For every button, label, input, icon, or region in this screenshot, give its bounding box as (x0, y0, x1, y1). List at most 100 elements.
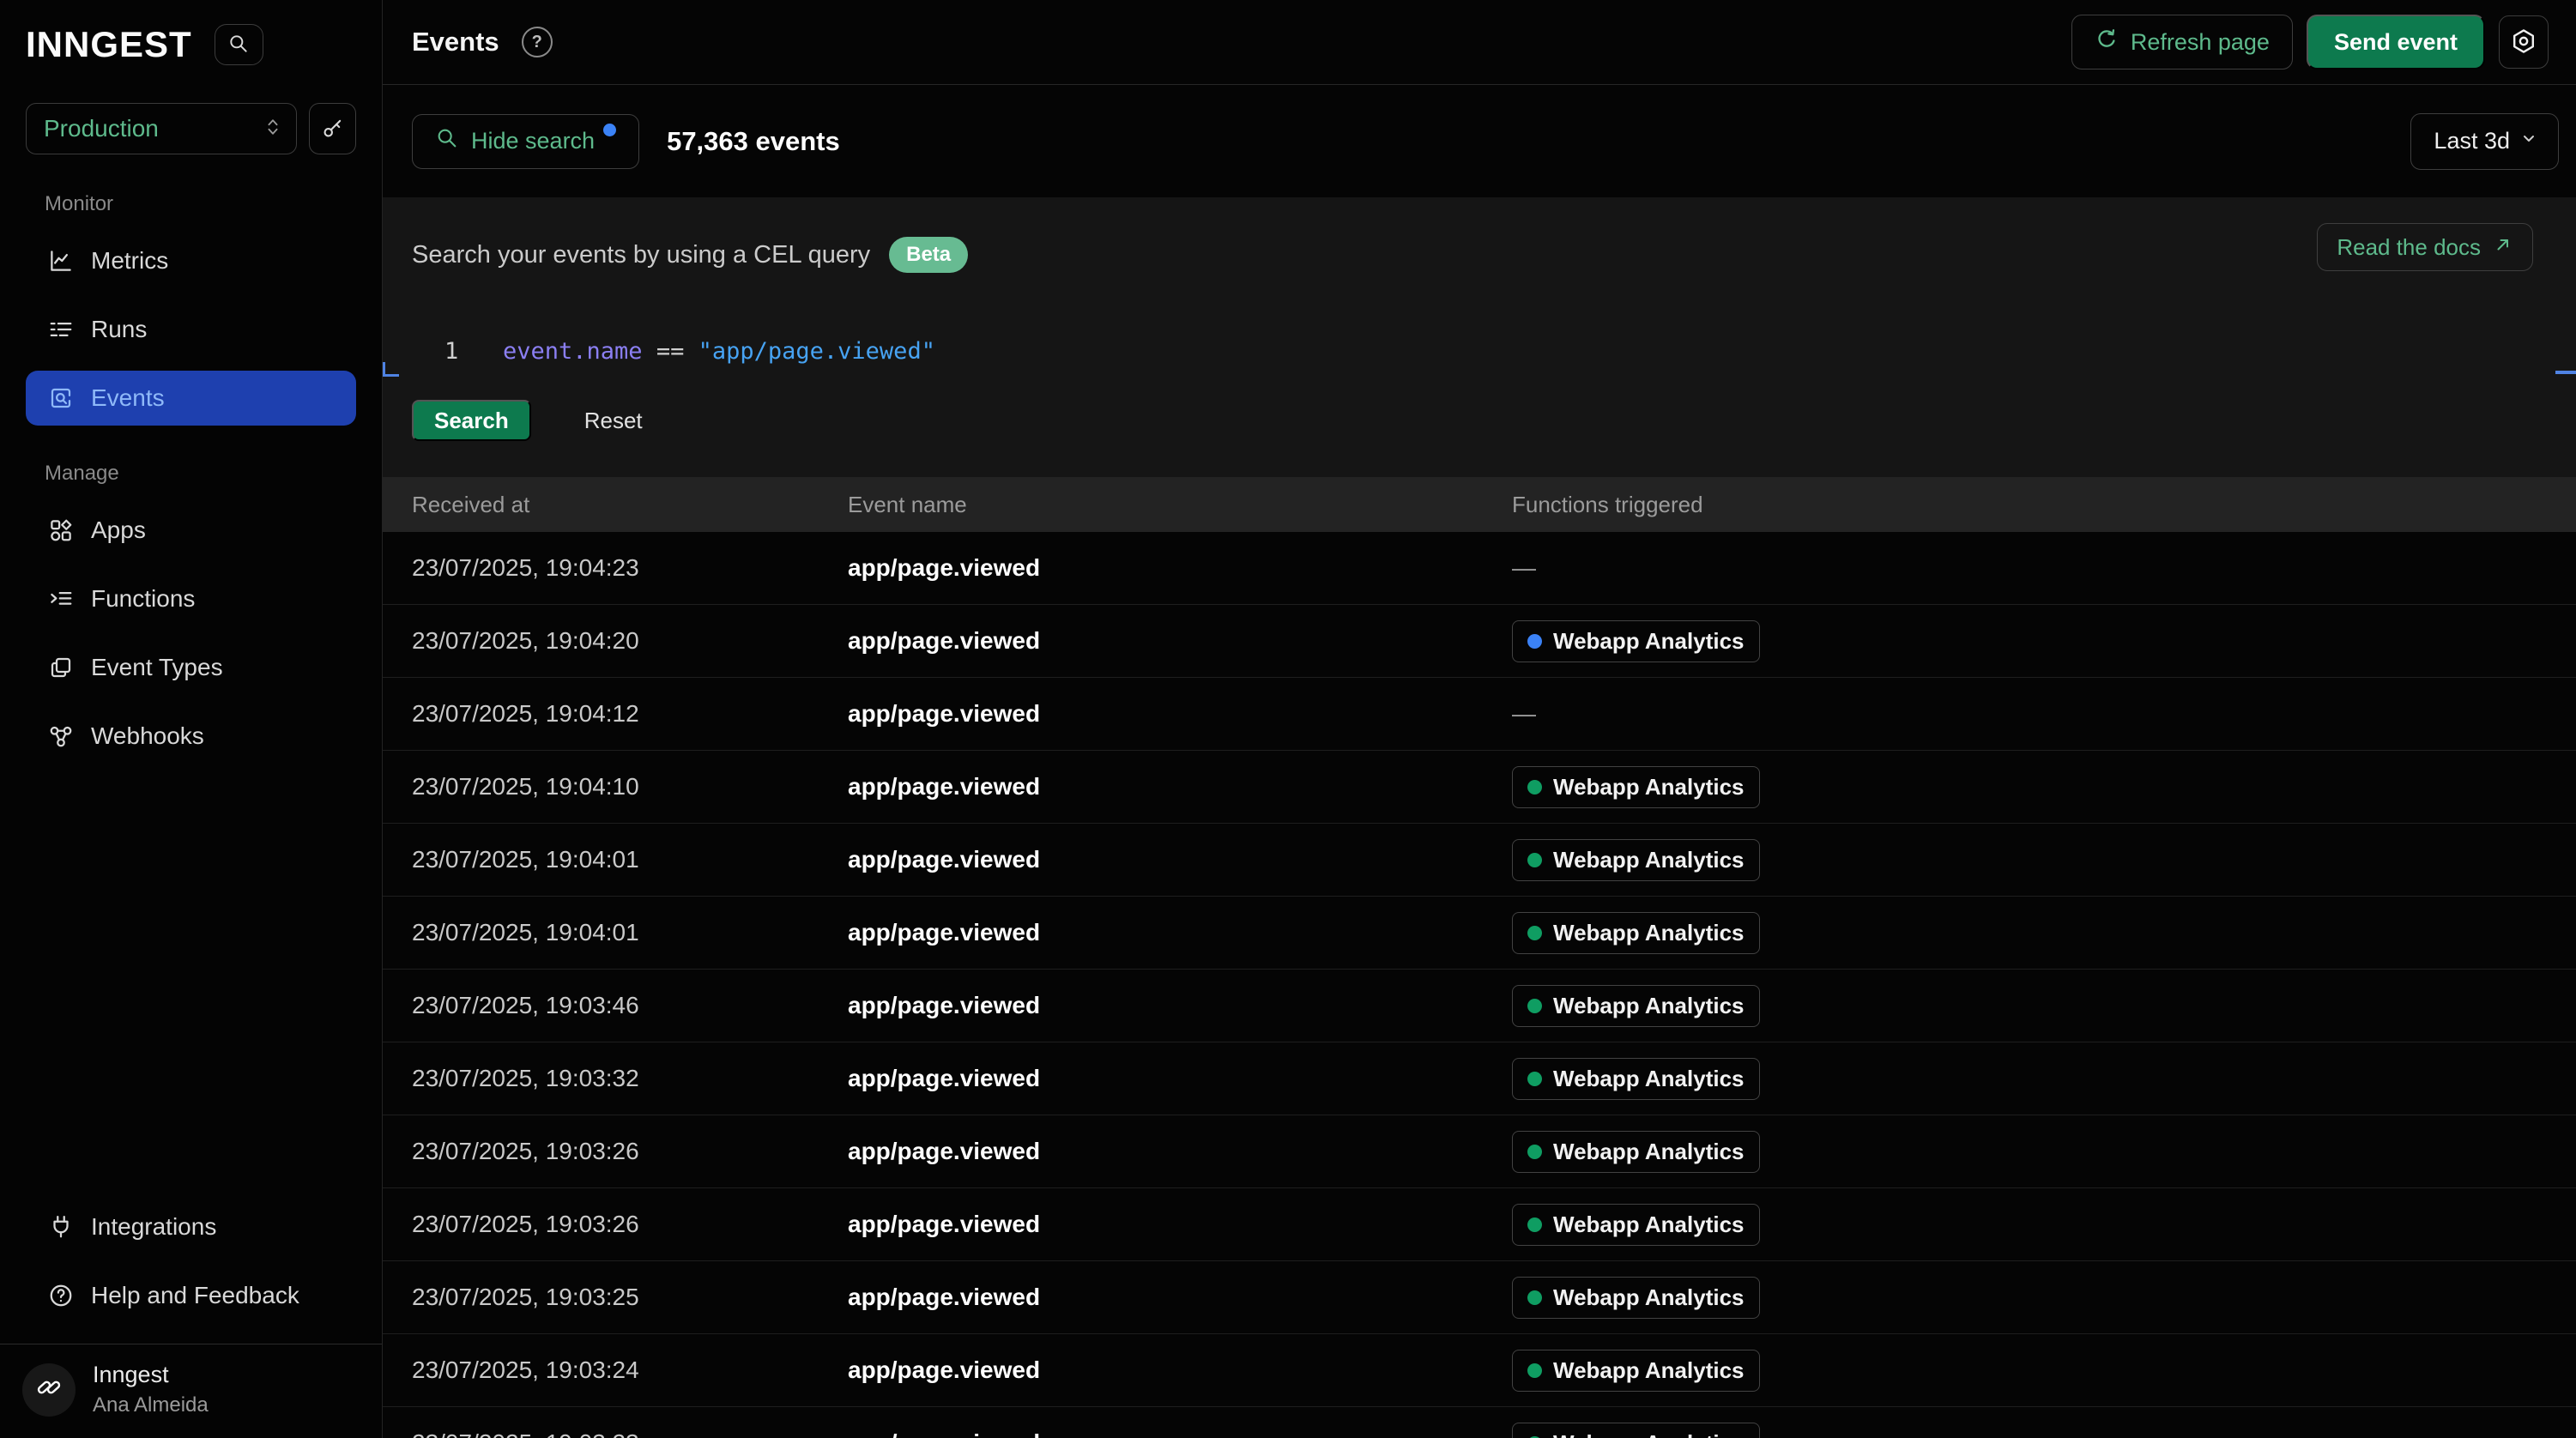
sidebar-item-apps[interactable]: Apps (26, 503, 356, 558)
sidebar-item-integrations[interactable]: Integrations (26, 1199, 356, 1254)
function-badge[interactable]: Webapp Analytics (1512, 1423, 1760, 1438)
cell-received-at: 23/07/2025, 19:03:32 (412, 1065, 848, 1092)
badge-label: Webapp Analytics (1553, 1357, 1745, 1384)
cell-event-name: app/page.viewed (848, 700, 1512, 728)
profile-org-name: Inngest (93, 1362, 209, 1388)
function-badge[interactable]: Webapp Analytics (1512, 839, 1760, 881)
function-badge[interactable]: Webapp Analytics (1512, 912, 1760, 954)
hide-search-button[interactable]: Hide search (412, 114, 639, 169)
integrations-icon (48, 1214, 74, 1240)
send-event-label: Send event (2334, 29, 2458, 56)
refresh-icon (2095, 27, 2119, 57)
external-link-icon (2493, 234, 2513, 261)
settings-button[interactable] (2499, 15, 2549, 69)
badge-label: Webapp Analytics (1553, 628, 1745, 655)
function-badge[interactable]: Webapp Analytics (1512, 1131, 1760, 1173)
cell-event-name: app/page.viewed (848, 1065, 1512, 1092)
function-badge[interactable]: Webapp Analytics (1512, 620, 1760, 662)
badge-dot (1527, 999, 1542, 1013)
column-functions-triggered: Functions triggered (1512, 492, 2576, 518)
gear-icon (2510, 27, 2537, 57)
table-row[interactable]: 23/07/2025, 19:04:01 app/page.viewed Web… (383, 824, 2576, 897)
webhooks-icon (48, 723, 74, 749)
cel-query-code: event.name == "app/page.viewed" (503, 338, 935, 365)
table-row[interactable]: 23/07/2025, 19:03:46 app/page.viewed Web… (383, 970, 2576, 1042)
table-row[interactable]: 23/07/2025, 19:03:24 app/page.viewed Web… (383, 1334, 2576, 1407)
table-row[interactable]: 23/07/2025, 19:04:23 app/page.viewed — (383, 532, 2576, 605)
badge-dot (1527, 1363, 1542, 1378)
sidebar-item-functions[interactable]: Functions (26, 571, 356, 626)
table-row[interactable]: 23/07/2025, 19:03:32 app/page.viewed Web… (383, 1042, 2576, 1115)
function-badge[interactable]: Webapp Analytics (1512, 766, 1760, 808)
cell-functions: Webapp Analytics (1512, 912, 2576, 954)
sidebar-item-label: Webhooks (91, 722, 204, 750)
table-row[interactable]: 23/07/2025, 19:03:26 app/page.viewed Web… (383, 1115, 2576, 1188)
cell-event-name: app/page.viewed (848, 554, 1512, 582)
search-button[interactable]: Search (412, 400, 531, 441)
workspace-avatar (22, 1363, 76, 1417)
function-badge[interactable]: Webapp Analytics (1512, 985, 1760, 1027)
function-badge[interactable]: Webapp Analytics (1512, 1058, 1760, 1100)
main-content: Events ? Refresh page Send event (383, 0, 2576, 1438)
environment-row: Production (26, 103, 356, 154)
inngest-mark-icon (32, 1370, 66, 1409)
cel-actions: Search Reset (412, 400, 648, 441)
table-row[interactable]: 23/07/2025, 19:03:26 app/page.viewed Web… (383, 1188, 2576, 1261)
sidebar-item-event-types[interactable]: Event Types (26, 640, 356, 695)
cell-functions: — (1512, 700, 2576, 728)
event-keys-button[interactable] (309, 103, 356, 154)
sidebar-item-webhooks[interactable]: Webhooks (26, 709, 356, 764)
cell-functions: Webapp Analytics (1512, 1058, 2576, 1100)
cel-query-editor[interactable]: 1 event.name == "app/page.viewed" (383, 324, 2576, 378)
sidebar-item-label: Functions (91, 585, 195, 613)
environment-select[interactable]: Production (26, 103, 297, 154)
read-the-docs-button[interactable]: Read the docs (2317, 223, 2533, 271)
page-help-icon[interactable]: ? (522, 27, 553, 57)
table-row[interactable]: 23/07/2025, 19:04:20 app/page.viewed Web… (383, 605, 2576, 678)
cell-received-at: 23/07/2025, 19:03:26 (412, 1138, 848, 1165)
help-circle-icon (48, 1283, 74, 1308)
function-badge[interactable]: Webapp Analytics (1512, 1204, 1760, 1246)
editor-focus-edge (2555, 371, 2576, 374)
badge-dot (1527, 853, 1542, 867)
apps-icon (48, 517, 74, 543)
sidebar-item-label: Runs (91, 316, 147, 343)
badge-label: Webapp Analytics (1553, 1430, 1745, 1438)
cell-received-at: 23/07/2025, 19:04:01 (412, 846, 848, 873)
table-row[interactable]: 23/07/2025, 19:03:23 app/page.viewed Web… (383, 1407, 2576, 1438)
table-row[interactable]: 23/07/2025, 19:04:10 app/page.viewed Web… (383, 751, 2576, 824)
badge-dot (1527, 1145, 1542, 1159)
sidebar-item-events[interactable]: Events (26, 371, 356, 426)
table-body: 23/07/2025, 19:04:23 app/page.viewed — 2… (383, 532, 2576, 1438)
table-row[interactable]: 23/07/2025, 19:03:25 app/page.viewed Web… (383, 1261, 2576, 1334)
sidebar-item-help-feedback[interactable]: Help and Feedback (26, 1268, 356, 1323)
sidebar-item-metrics[interactable]: Metrics (26, 233, 356, 288)
no-functions-dash: — (1512, 700, 1536, 727)
reset-button[interactable]: Reset (579, 407, 648, 435)
function-badge[interactable]: Webapp Analytics (1512, 1350, 1760, 1392)
sidebar-item-runs[interactable]: Runs (26, 302, 356, 357)
cell-received-at: 23/07/2025, 19:04:01 (412, 919, 848, 946)
profile-menu[interactable]: Inngest Ana Almeida (0, 1344, 382, 1438)
cel-heading: Search your events by using a CEL query (412, 241, 870, 269)
time-range-select[interactable]: Last 3d (2410, 113, 2559, 170)
chevron-updown-icon (263, 116, 282, 142)
section-label-manage: Manage (45, 462, 356, 486)
cell-functions: Webapp Analytics (1512, 1350, 2576, 1392)
badge-dot (1527, 926, 1542, 940)
table-row[interactable]: 23/07/2025, 19:04:01 app/page.viewed Web… (383, 897, 2576, 970)
function-badge[interactable]: Webapp Analytics (1512, 1277, 1760, 1319)
sidebar-item-label: Event Types (91, 654, 223, 681)
editor-focus-corner (383, 362, 399, 377)
table-row[interactable]: 23/07/2025, 19:04:12 app/page.viewed — (383, 678, 2576, 751)
cell-functions: Webapp Analytics (1512, 839, 2576, 881)
top-bar: Events ? Refresh page Send event (383, 0, 2576, 85)
refresh-page-button[interactable]: Refresh page (2071, 15, 2293, 69)
send-event-button[interactable]: Send event (2307, 15, 2485, 69)
cell-received-at: 23/07/2025, 19:03:25 (412, 1284, 848, 1311)
cell-received-at: 23/07/2025, 19:03:46 (412, 992, 848, 1019)
cell-functions: Webapp Analytics (1512, 1277, 2576, 1319)
no-functions-dash: — (1512, 554, 1536, 581)
sidebar-search-button[interactable] (215, 24, 263, 65)
app-root: INNGEST Production Monitor (0, 0, 2576, 1438)
